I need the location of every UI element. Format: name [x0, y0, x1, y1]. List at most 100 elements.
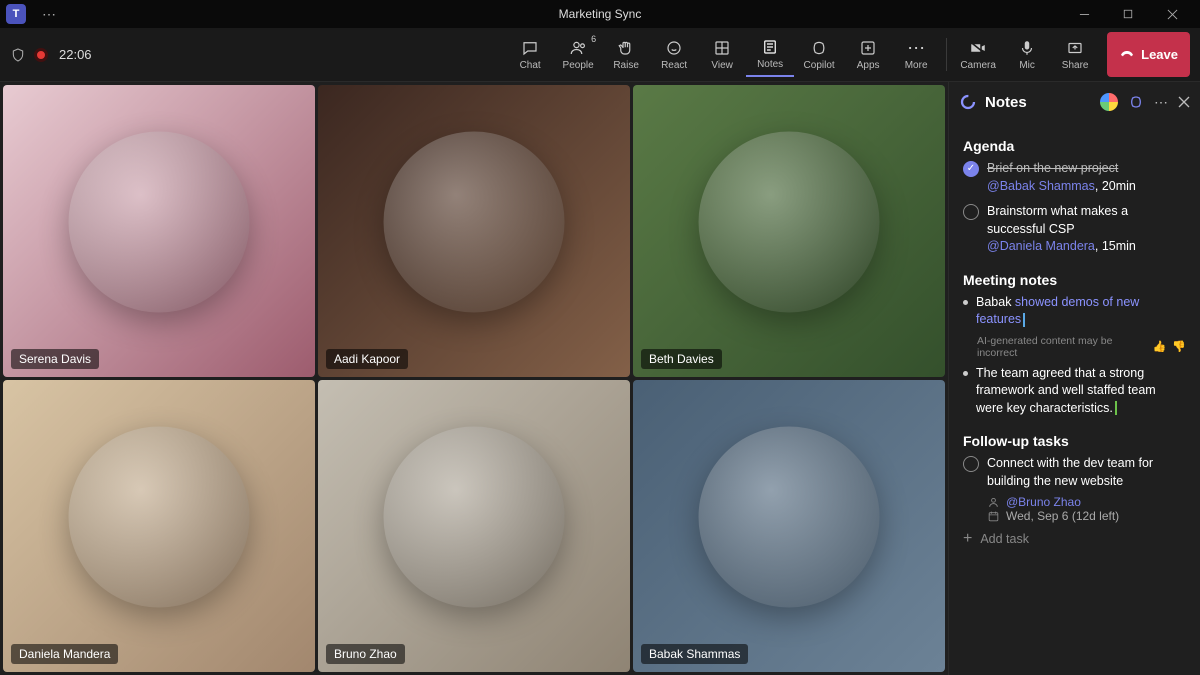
more-button[interactable]: ⋯ More [892, 32, 940, 77]
agenda-item[interactable]: Brief on the new project @Babak Shammas,… [963, 160, 1186, 195]
video-tile[interactable]: Aadi Kapoor [318, 85, 630, 377]
notes-button[interactable]: Notes [746, 32, 794, 77]
view-button[interactable]: View [698, 32, 746, 77]
cursor-icon [1115, 401, 1117, 415]
people-icon [569, 39, 587, 57]
participant-name: Serena Davis [11, 349, 99, 369]
apps-label: Apps [857, 60, 880, 71]
participant-name: Bruno Zhao [326, 644, 405, 664]
copilot-button[interactable]: Copilot [794, 32, 844, 77]
camera-button[interactable]: Camera [953, 32, 1003, 77]
notes-panel: Notes ⋯ Agenda Brief on the new project … [948, 82, 1200, 675]
thumbs-down-icon[interactable]: 👎 [1172, 340, 1186, 353]
mic-button[interactable]: Mic [1003, 32, 1051, 77]
toolbar-divider [946, 38, 947, 71]
bullet-icon [963, 300, 968, 305]
react-button[interactable]: React [650, 32, 698, 77]
agenda-item[interactable]: Brainstorm what makes a successful CSP @… [963, 203, 1186, 256]
share-button[interactable]: Share [1051, 32, 1099, 77]
task-due-row: Wed, Sep 6 (12d left) [987, 509, 1186, 523]
panel-more-icon[interactable]: ⋯ [1154, 94, 1168, 111]
ai-disclaimer-text: AI-generated content may be incorrect [977, 335, 1153, 359]
notes-body[interactable]: Agenda Brief on the new project @Babak S… [949, 122, 1200, 675]
agenda-text: Brainstorm what makes a successful CSP [987, 204, 1128, 236]
meeting-toolbar: 22:06 Chat 6 People Raise React View Not… [0, 28, 1200, 82]
note-prefix: Babak [976, 295, 1015, 309]
presence-avatar-icon[interactable] [1100, 93, 1118, 111]
people-count: 6 [591, 34, 596, 44]
participant-name: Babak Shammas [641, 644, 748, 664]
shield-icon [10, 47, 26, 63]
raise-hand-icon [617, 39, 635, 57]
task-checkbox[interactable] [963, 456, 979, 472]
camera-label: Camera [960, 60, 996, 71]
apps-icon [859, 39, 877, 57]
video-tile[interactable]: Serena Davis [3, 85, 315, 377]
calendar-icon [987, 510, 1000, 523]
meeting-timer: 22:06 [59, 47, 92, 62]
video-tile[interactable]: Babak Shammas [633, 380, 945, 672]
camera-off-icon [969, 39, 987, 57]
agenda-title: Agenda [963, 138, 1186, 154]
participant-video [318, 85, 630, 377]
video-tile[interactable]: Beth Davies [633, 85, 945, 377]
meeting-notes-title: Meeting notes [963, 272, 1186, 288]
people-label: People [563, 60, 594, 71]
people-button[interactable]: 6 People [554, 32, 602, 77]
window-minimize-button[interactable] [1062, 0, 1106, 28]
thumbs-up-icon[interactable]: 👍 [1153, 340, 1167, 353]
titlebar-more-icon[interactable]: ⋯ [42, 6, 56, 23]
window-close-button[interactable] [1150, 0, 1194, 28]
task-assignee-row: @Bruno Zhao [987, 495, 1186, 509]
task-item[interactable]: Connect with the dev team for building t… [963, 455, 1186, 490]
more-label: More [905, 60, 928, 71]
agenda-duration: 15min [1102, 239, 1136, 253]
copilot-icon [810, 39, 828, 57]
task-due: Wed, Sep 6 (12d left) [1006, 509, 1119, 523]
raise-label: Raise [613, 60, 639, 71]
task-text: Connect with the dev team for building t… [987, 455, 1186, 490]
react-icon [665, 39, 683, 57]
participant-video [3, 85, 315, 377]
video-tile[interactable]: Daniela Mandera [3, 380, 315, 672]
add-task-button[interactable]: + Add task [963, 531, 1186, 547]
view-label: View [711, 60, 733, 71]
video-grid: Serena Davis Aadi Kapoor Beth Davies Dan… [0, 82, 948, 675]
agenda-mention[interactable]: @Babak Shammas [987, 179, 1095, 193]
plus-icon: + [963, 531, 972, 547]
participant-video [633, 85, 945, 377]
leave-icon [1119, 47, 1135, 63]
note-text: The team agreed that a strong framework … [976, 366, 1156, 415]
participant-video [3, 380, 315, 672]
window-maximize-button[interactable] [1106, 0, 1150, 28]
leave-button[interactable]: Leave [1107, 32, 1190, 77]
meeting-note[interactable]: Babak showed demos of new features [963, 294, 1186, 329]
raise-button[interactable]: Raise [602, 32, 650, 77]
leave-label: Leave [1141, 47, 1178, 62]
notes-panel-title: Notes [985, 94, 1027, 111]
add-task-label: Add task [980, 532, 1029, 546]
agenda-checkbox[interactable] [963, 204, 979, 220]
mic-icon [1018, 39, 1036, 57]
copilot-label: Copilot [804, 60, 835, 71]
participant-name: Daniela Mandera [11, 644, 118, 664]
react-label: React [661, 60, 687, 71]
chat-button[interactable]: Chat [506, 32, 554, 77]
chat-label: Chat [520, 60, 541, 71]
agenda-duration: 20min [1102, 179, 1136, 193]
recording-icon [34, 48, 48, 62]
participant-video [318, 380, 630, 672]
copilot-small-icon[interactable] [1128, 94, 1144, 110]
participant-name: Aadi Kapoor [326, 349, 408, 369]
video-tile[interactable]: Bruno Zhao [318, 380, 630, 672]
meeting-title: Marketing Sync [559, 7, 642, 21]
bullet-icon [963, 371, 968, 376]
panel-close-icon[interactable] [1178, 96, 1190, 108]
participant-name: Beth Davies [641, 349, 722, 369]
task-assignee[interactable]: @Bruno Zhao [1006, 495, 1081, 509]
agenda-mention[interactable]: @Daniela Mandera [987, 239, 1095, 253]
apps-button[interactable]: Apps [844, 32, 892, 77]
agenda-checkbox-done[interactable] [963, 161, 979, 177]
meeting-note[interactable]: The team agreed that a strong framework … [963, 365, 1186, 418]
mic-label: Mic [1019, 60, 1035, 71]
